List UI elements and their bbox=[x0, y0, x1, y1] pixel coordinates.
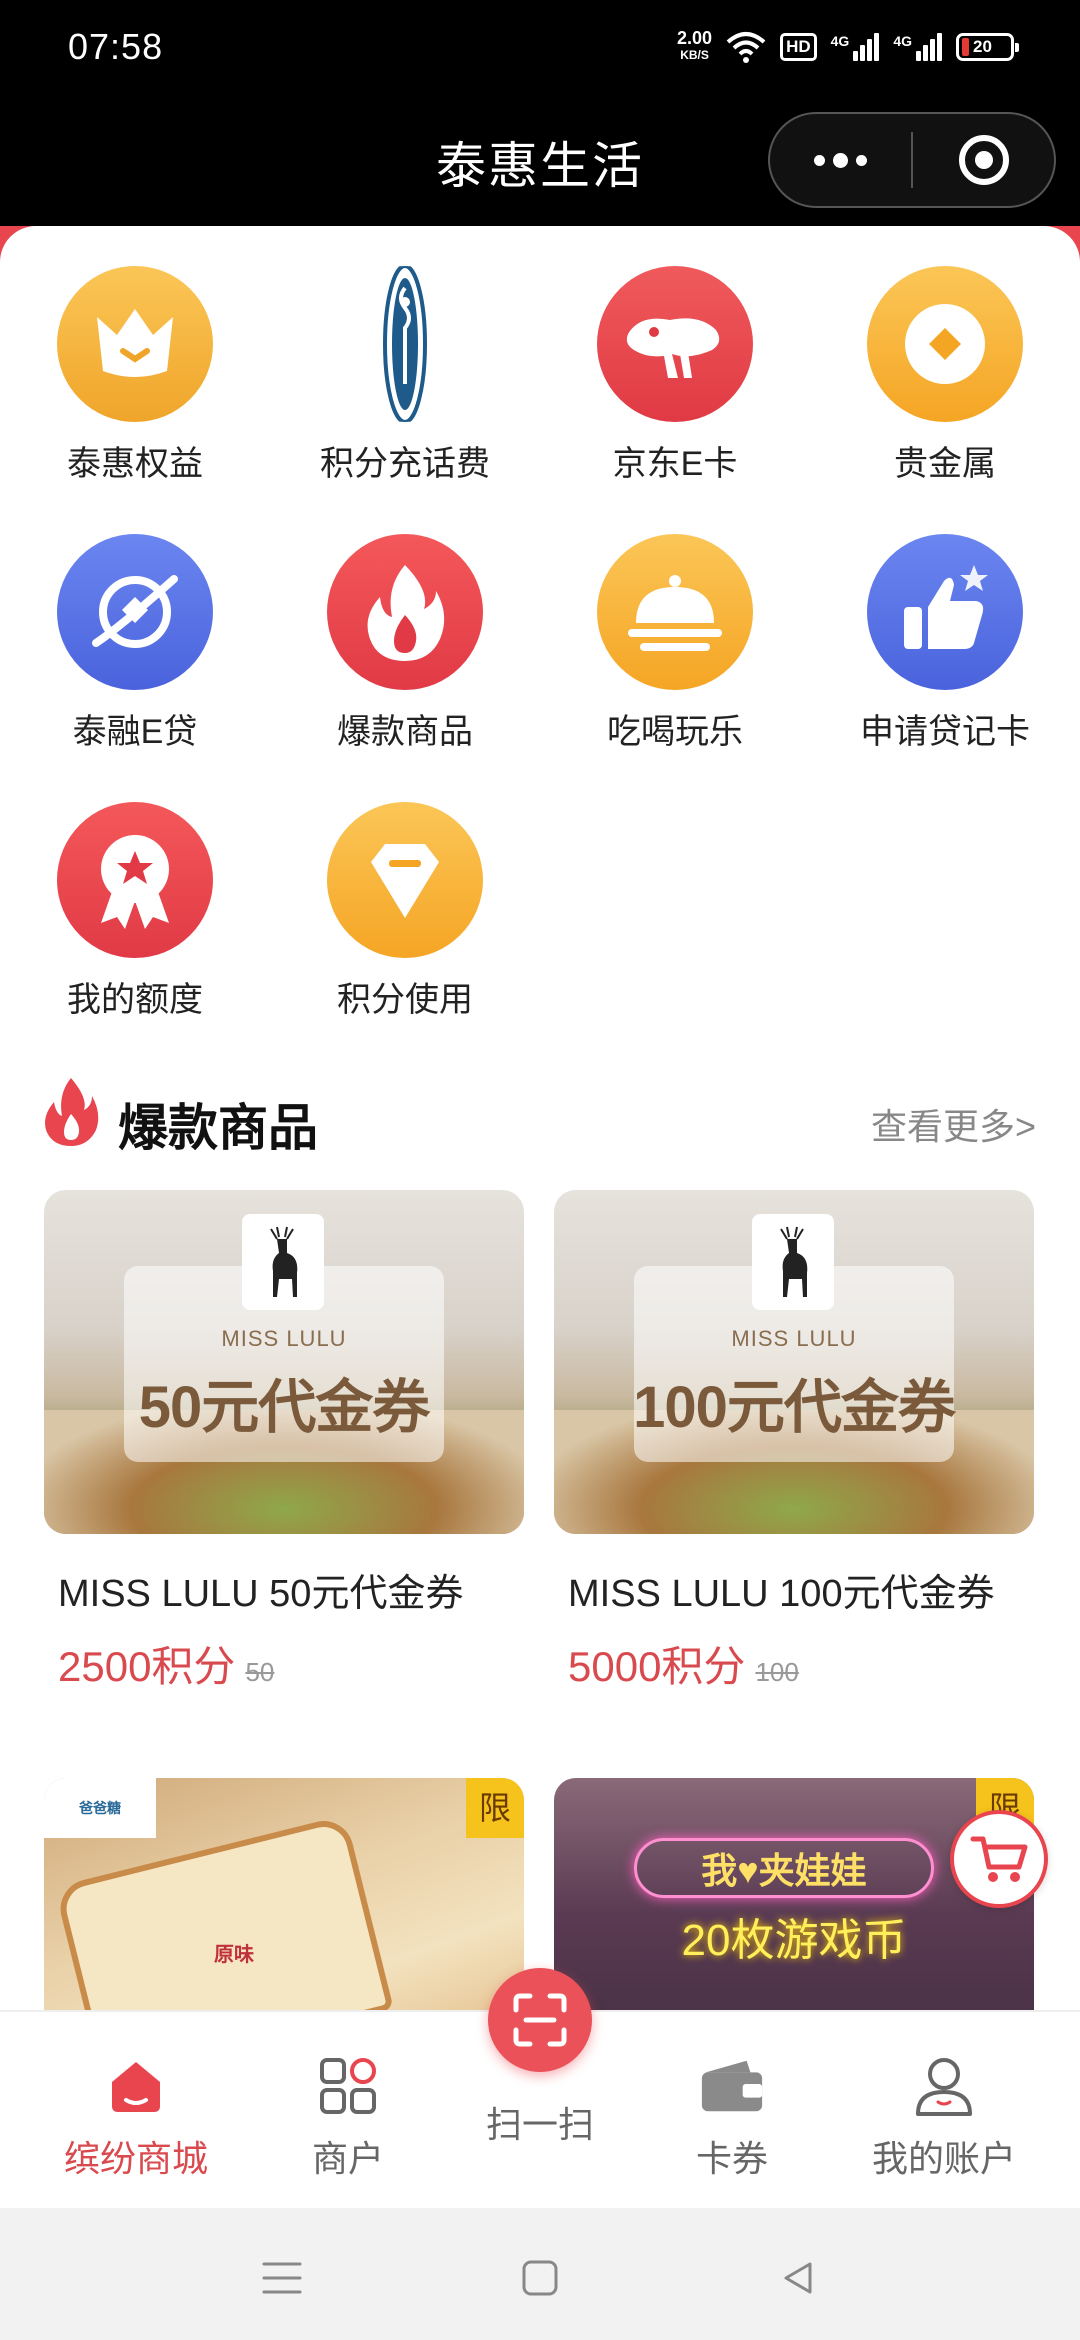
user-icon bbox=[910, 2052, 978, 2120]
grid-item-tai-hui-rights[interactable]: 泰惠权益 bbox=[0, 266, 270, 485]
tab-label: 商户 bbox=[311, 2138, 384, 2179]
grid-item-tai-rong-e-loan[interactable]: 泰融E贷 bbox=[0, 534, 270, 753]
deer-logo-icon bbox=[242, 1214, 324, 1310]
wallet-icon bbox=[698, 2052, 766, 2120]
jd-dog-icon bbox=[597, 266, 753, 422]
tab-mall[interactable]: 缤纷商城 bbox=[28, 2012, 244, 2210]
flavor-stamp: 原味 bbox=[214, 1944, 254, 1966]
crown-icon bbox=[57, 266, 213, 422]
planet-icon bbox=[57, 534, 213, 690]
view-more-link[interactable]: 查看更多> bbox=[871, 1098, 1036, 1150]
grid-item-apply-credit-card[interactable]: 申请贷记卡 bbox=[810, 534, 1080, 753]
product-card[interactable]: 爸爸糖 原味 限 bbox=[44, 1778, 524, 2010]
grid-item-hot-products[interactable]: 爆款商品 bbox=[270, 534, 540, 753]
brand-logo: 爸爸糖 bbox=[44, 1778, 156, 1838]
tab-coupons[interactable]: 卡券 bbox=[624, 2012, 840, 2210]
original-price: 50 bbox=[245, 1657, 275, 1687]
coupon-amount: 50元代金券 bbox=[138, 1375, 431, 1440]
product-image: 爸爸糖 原味 限 bbox=[44, 1778, 524, 2010]
fire-icon bbox=[327, 534, 483, 690]
home-button[interactable] bbox=[510, 2248, 570, 2308]
back-triangle-icon bbox=[784, 2262, 812, 2294]
brand-text: MISS LULU bbox=[731, 1326, 857, 1351]
grid-label: 申请贷记卡 bbox=[860, 713, 1030, 751]
grid-item-precious-metals[interactable]: 贵金属 bbox=[810, 266, 1080, 485]
thumbs-up-icon bbox=[867, 534, 1023, 690]
grid-item-points-phone-recharge[interactable]: 积分充话费 bbox=[270, 266, 540, 485]
battery-icon: 20 bbox=[956, 33, 1019, 61]
grid-label: 吃喝玩乐 bbox=[607, 713, 743, 751]
more-dots-icon bbox=[814, 152, 867, 168]
product-card[interactable]: 我♥夹娃娃 20枚游戏币 限 bbox=[554, 1778, 1034, 2010]
grid-label: 我的额度 bbox=[67, 981, 203, 1019]
product-title: MISS LULU 50元代金券 bbox=[58, 1573, 464, 1615]
grid-label: 爆款商品 bbox=[337, 713, 473, 751]
apps-icon bbox=[314, 2052, 382, 2120]
tab-label: 卡券 bbox=[695, 2138, 768, 2179]
system-nav-bar bbox=[0, 2208, 1080, 2340]
diamond-icon bbox=[327, 802, 483, 958]
tab-merchants[interactable]: 商户 bbox=[240, 2012, 456, 2210]
product-price: 5000积分 100 bbox=[554, 1633, 1034, 1694]
status-time: 07:58 bbox=[68, 26, 164, 67]
section-title: 爆款商品 bbox=[118, 1100, 318, 1156]
product-price: 2500积分 50 bbox=[44, 1633, 524, 1694]
grid-label: 积分充话费 bbox=[320, 445, 490, 483]
medal-icon bbox=[57, 802, 213, 958]
grid-label: 积分使用 bbox=[337, 981, 473, 1019]
grid-item-jd-e-card[interactable]: 京东E卡 bbox=[540, 266, 810, 485]
tab-my-account[interactable]: 我的账户 bbox=[836, 2012, 1052, 2210]
home-icon bbox=[102, 2052, 170, 2120]
back-button[interactable] bbox=[768, 2248, 828, 2308]
product-title: MISS LULU 100元代金券 bbox=[568, 1573, 995, 1615]
menu-icon bbox=[262, 2262, 302, 2294]
signal-icon-2: 4G bbox=[893, 33, 942, 61]
tab-label: 我的账户 bbox=[871, 2138, 1016, 2179]
grid-label: 京东E卡 bbox=[612, 445, 738, 483]
status-icons: 2.00 KB/S HD 4G 4G 20 bbox=[677, 24, 1019, 70]
limited-badge: 限 bbox=[466, 1778, 524, 1838]
grid-label: 贵金属 bbox=[894, 445, 996, 483]
scan-button[interactable] bbox=[488, 1968, 592, 2072]
tab-label: 缤纷商城 bbox=[63, 2138, 208, 2179]
points-price: 2500积分 bbox=[58, 1643, 236, 1690]
product-image: MISS LULU 100元代金券 bbox=[554, 1190, 1034, 1534]
grid-item-my-quota[interactable]: 我的额度 bbox=[0, 802, 270, 1021]
brand-text: MISS LULU bbox=[221, 1326, 347, 1351]
hd-icon: HD bbox=[780, 33, 817, 61]
cart-button[interactable] bbox=[950, 1810, 1048, 1908]
target-icon bbox=[958, 135, 1009, 185]
close-mini-program-button[interactable] bbox=[913, 114, 1054, 206]
more-menu-button[interactable] bbox=[770, 114, 911, 206]
product-card[interactable]: MISS LULU 50元代金券 MISS LULU 50元代金券 2500积分… bbox=[44, 1190, 524, 1694]
coupon-amount: 100元代金券 bbox=[633, 1375, 956, 1440]
product-image: 我♥夹娃娃 20枚游戏币 限 bbox=[554, 1778, 1034, 2010]
product-card[interactable]: MISS LULU 100元代金券 MISS LULU 100元代金券 5000… bbox=[554, 1190, 1034, 1694]
tab-label: 扫一扫 bbox=[485, 2104, 594, 2145]
product-caption: 20枚游戏币 bbox=[681, 1916, 907, 1965]
original-price: 100 bbox=[755, 1657, 799, 1687]
net-speed-indicator: 2.00 KB/S bbox=[677, 28, 713, 62]
mini-program-capsule bbox=[768, 112, 1056, 208]
neon-sign: 我♥夹娃娃 bbox=[634, 1838, 934, 1898]
cart-icon bbox=[970, 1836, 1028, 1882]
points-price: 5000积分 bbox=[568, 1643, 746, 1690]
fire-icon bbox=[42, 1076, 100, 1153]
main-content: 泰惠权益 积分充话费 京东E卡 贵金属 泰融E贷 爆款商品 吃喝玩乐 申请贷记卡… bbox=[0, 226, 1080, 2010]
scan-icon bbox=[513, 1993, 567, 2047]
deer-logo-icon bbox=[752, 1214, 834, 1310]
product-image: MISS LULU 50元代金券 bbox=[44, 1190, 524, 1534]
grid-label: 泰惠权益 bbox=[67, 445, 203, 483]
recents-button[interactable] bbox=[252, 2248, 312, 2308]
grid-item-food-and-fun[interactable]: 吃喝玩乐 bbox=[540, 534, 810, 753]
signal-icon: 4G bbox=[831, 33, 880, 61]
dish-cover-icon bbox=[597, 534, 753, 690]
coin-icon bbox=[867, 266, 1023, 422]
square-icon bbox=[522, 2260, 558, 2296]
top-bar: 07:58 2.00 KB/S HD 4G 4G 20 泰惠生活 bbox=[0, 0, 1080, 226]
bank-logo-icon bbox=[327, 266, 483, 422]
grid-label: 泰融E贷 bbox=[72, 713, 198, 751]
wifi-icon bbox=[726, 32, 766, 63]
grid-item-points-usage[interactable]: 积分使用 bbox=[270, 802, 540, 1021]
